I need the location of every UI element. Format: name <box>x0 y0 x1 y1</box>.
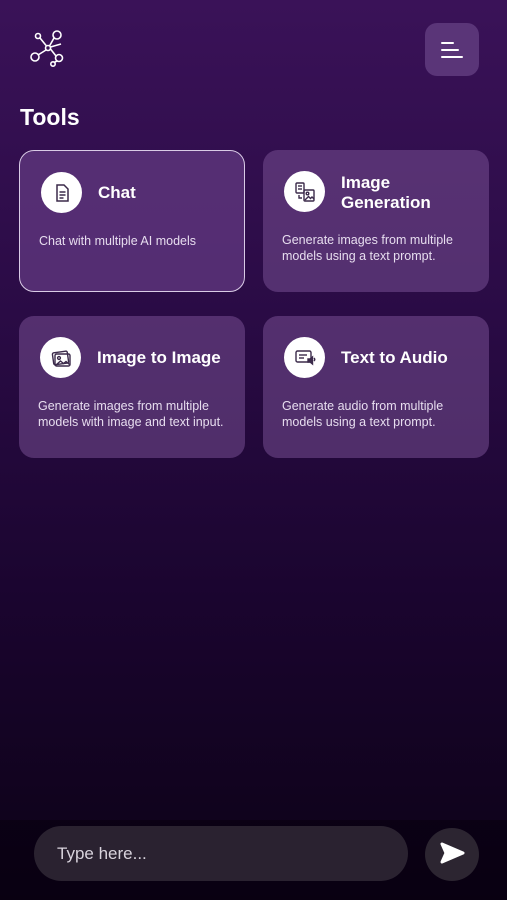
tool-card-chat[interactable]: Chat Chat with multiple AI models <box>19 150 245 292</box>
send-button[interactable] <box>425 828 479 881</box>
message-input[interactable] <box>34 826 408 881</box>
tool-card-image-generation[interactable]: Image Generation Generate images from mu… <box>263 150 489 292</box>
send-icon <box>439 841 465 868</box>
picture-icon <box>40 337 81 378</box>
tool-card-image-to-image[interactable]: Image to Image Generate images from mult… <box>19 316 245 458</box>
card-title: Text to Audio <box>341 348 448 367</box>
network-nodes-icon <box>28 28 66 68</box>
menu-lines-icon <box>440 40 464 60</box>
card-title: Chat <box>98 183 136 202</box>
card-title: Image Generation <box>341 173 431 212</box>
section-title: Tools <box>20 104 80 130</box>
tool-card-text-to-audio[interactable]: Text to Audio Generate audio from multip… <box>263 316 489 458</box>
card-description: Generate audio from multiple models usin… <box>282 399 444 429</box>
image-generation-icon <box>284 171 325 212</box>
text-audio-icon <box>284 337 325 378</box>
document-icon <box>41 172 82 213</box>
card-description: Generate images from multiple models wit… <box>38 399 224 429</box>
card-title: Image to Image <box>97 348 221 367</box>
card-description: Chat with multiple AI models <box>39 234 197 248</box>
menu-button[interactable] <box>425 23 479 76</box>
card-description: Generate images from multiple models usi… <box>282 233 453 263</box>
